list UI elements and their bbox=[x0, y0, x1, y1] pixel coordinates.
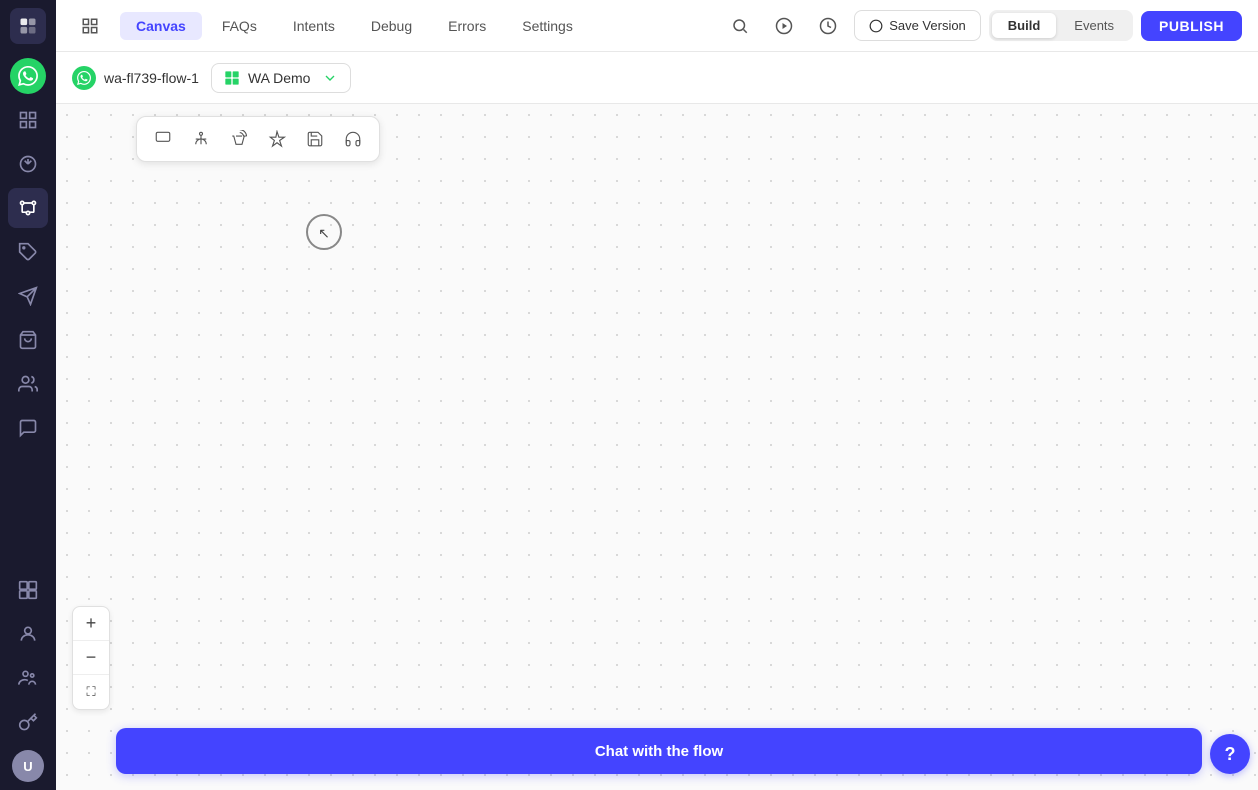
main-area: Canvas FAQs Intents Debug Errors Setting… bbox=[56, 0, 1258, 790]
canvas-header: wa-fl739-flow-1 WA Demo bbox=[56, 52, 1258, 104]
canvas-container: wa-fl739-flow-1 WA Demo bbox=[56, 52, 1258, 790]
sidebar-item-messages[interactable] bbox=[8, 408, 48, 448]
save-tool-button[interactable] bbox=[297, 123, 333, 155]
sidebar-item-commerce[interactable] bbox=[8, 320, 48, 360]
ai-tool-button[interactable] bbox=[259, 123, 295, 155]
top-navbar: Canvas FAQs Intents Debug Errors Setting… bbox=[56, 0, 1258, 52]
zoom-controls: + − ⛶ bbox=[72, 606, 110, 710]
tab-canvas[interactable]: Canvas bbox=[120, 12, 202, 40]
floating-toolbar bbox=[136, 116, 380, 162]
search-button[interactable] bbox=[722, 8, 758, 44]
sidebar-item-integrations[interactable] bbox=[8, 570, 48, 610]
broadcast-tool-button[interactable] bbox=[221, 123, 257, 155]
tab-faqs[interactable]: FAQs bbox=[206, 12, 273, 40]
sidebar-item-contacts[interactable] bbox=[8, 364, 48, 404]
anchor-tool-button[interactable] bbox=[183, 123, 219, 155]
build-tab[interactable]: Build bbox=[992, 13, 1057, 38]
canvas[interactable]: ↖ + − ⛶ Chat with the flow ? bbox=[56, 104, 1258, 790]
sidebar: U bbox=[0, 0, 56, 790]
history-button[interactable] bbox=[810, 8, 846, 44]
whatsapp-badge bbox=[10, 58, 46, 94]
avatar-initials: U bbox=[23, 759, 32, 774]
workspace-chevron-icon bbox=[322, 70, 338, 86]
tab-settings[interactable]: Settings bbox=[506, 12, 589, 40]
build-events-toggle: Build Events bbox=[989, 10, 1133, 41]
flow-name: wa-fl739-flow-1 bbox=[72, 64, 199, 92]
agent-tool-button[interactable] bbox=[335, 123, 371, 155]
sidebar-item-grid[interactable] bbox=[8, 100, 48, 140]
tab-errors[interactable]: Errors bbox=[432, 12, 502, 40]
navbar-actions: Save Version Build Events PUBLISH bbox=[722, 8, 1242, 44]
grid-menu-button[interactable] bbox=[72, 8, 108, 44]
flow-wa-badge bbox=[72, 66, 96, 90]
tab-intents[interactable]: Intents bbox=[277, 12, 351, 40]
zoom-out-button[interactable]: − bbox=[73, 641, 109, 675]
sidebar-item-team[interactable] bbox=[8, 658, 48, 698]
play-button[interactable] bbox=[766, 8, 802, 44]
chat-flow-button[interactable]: Chat with the flow bbox=[116, 728, 1202, 774]
cursor-arrow-icon: ↖ bbox=[318, 225, 330, 242]
select-tool-button[interactable] bbox=[145, 123, 181, 155]
sidebar-item-audience[interactable] bbox=[8, 614, 48, 654]
sidebar-item-campaigns[interactable] bbox=[8, 276, 48, 316]
save-version-button[interactable]: Save Version bbox=[854, 10, 981, 41]
user-avatar[interactable]: U bbox=[12, 750, 44, 782]
workspace-selector[interactable]: WA Demo bbox=[211, 63, 352, 93]
flow-name-text: wa-fl739-flow-1 bbox=[104, 70, 199, 86]
sidebar-item-flows[interactable] bbox=[8, 188, 48, 228]
sidebar-item-key[interactable] bbox=[8, 702, 48, 742]
workspace-name: WA Demo bbox=[248, 70, 311, 86]
tab-debug[interactable]: Debug bbox=[355, 12, 428, 40]
zoom-in-button[interactable]: + bbox=[73, 607, 109, 641]
publish-button[interactable]: PUBLISH bbox=[1141, 11, 1242, 41]
sidebar-item-analytics[interactable] bbox=[8, 144, 48, 184]
sidebar-item-tags[interactable] bbox=[8, 232, 48, 272]
events-tab[interactable]: Events bbox=[1058, 13, 1130, 38]
help-button[interactable]: ? bbox=[1210, 734, 1250, 774]
zoom-fit-button[interactable]: ⛶ bbox=[73, 675, 109, 709]
cursor-indicator: ↖ bbox=[306, 214, 342, 250]
app-logo[interactable] bbox=[10, 8, 46, 44]
